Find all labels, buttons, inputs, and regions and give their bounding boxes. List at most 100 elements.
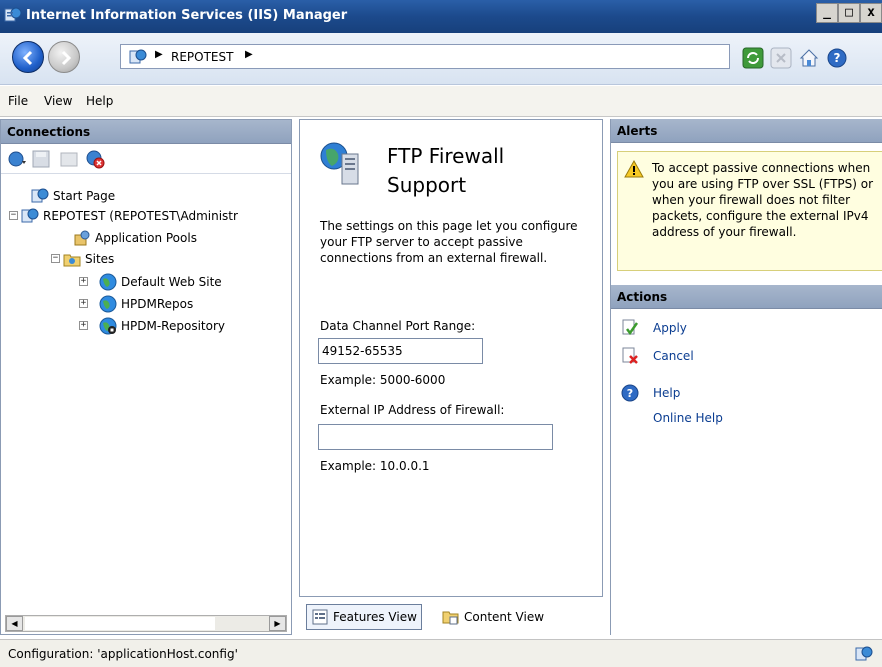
tab-features-label: Features View (333, 610, 417, 624)
alerts-header: Alerts (611, 119, 882, 143)
svg-text:?: ? (834, 51, 841, 65)
feature-description: The settings on this page let you config… (320, 219, 578, 265)
tree-item-label: REPOTEST (REPOTEST\Administr (43, 209, 238, 223)
menu-view[interactable]: View (44, 94, 72, 108)
address-bar: ▶ REPOTEST ▶ ? (0, 33, 882, 85)
actions-header: Actions (611, 285, 882, 309)
view-tabs: Features View Content View (304, 600, 604, 634)
scrollbar-thumb[interactable] (25, 617, 215, 630)
expand-icon[interactable]: + (79, 321, 88, 330)
online-help-action[interactable]: Online Help (653, 411, 723, 425)
feature-panel: FTP Firewall Support The settings on thi… (299, 119, 603, 597)
up-level-icon[interactable] (59, 149, 79, 169)
warning-icon (624, 160, 644, 178)
tab-features-view[interactable]: Features View (306, 604, 422, 630)
tree-item-default-web-site[interactable]: Default Web Site (99, 272, 222, 292)
tree-item-sites[interactable]: Sites (63, 249, 114, 269)
scroll-left-icon[interactable]: ◀ (6, 616, 23, 631)
minimize-button[interactable]: _ (816, 3, 838, 23)
tree-item-label: Start Page (53, 189, 116, 203)
tree-item-start-page[interactable]: Start Page (31, 186, 115, 206)
back-button[interactable] (12, 41, 44, 73)
connections-header: Connections (1, 120, 291, 144)
ftp-firewall-icon (320, 142, 359, 185)
page-title-line1: FTP Firewall (387, 144, 505, 168)
features-view-icon (312, 609, 328, 625)
back-arrow-icon (22, 50, 33, 66)
window-title: Internet Information Services (IIS) Mana… (26, 8, 348, 23)
breadcrumb-arrow-icon[interactable]: ▶ (245, 49, 253, 60)
help-icon: ? (621, 384, 639, 402)
globe-icon (99, 273, 117, 291)
menu-bar: File View Help (0, 86, 882, 117)
connect-icon[interactable] (7, 149, 27, 169)
cancel-action[interactable]: Cancel (621, 347, 694, 365)
alert-box: To accept passive connections when you a… (617, 151, 882, 271)
alert-message: To accept passive connections when you a… (652, 161, 874, 239)
home-icon[interactable] (798, 47, 820, 69)
external-ip-input[interactable] (318, 424, 553, 450)
tree-item-label: HPDM-Repository (121, 319, 225, 333)
maximize-button[interactable]: □ (838, 3, 860, 23)
close-button[interactable]: x (860, 3, 882, 23)
tree-item-application-pools[interactable]: Application Pools (73, 228, 197, 248)
cancel-icon (622, 347, 638, 364)
help-icon[interactable]: ? (826, 47, 848, 69)
port-range-input[interactable] (318, 338, 483, 364)
horizontal-scrollbar[interactable]: ◀ ▶ (5, 615, 287, 632)
expand-icon[interactable]: + (79, 299, 88, 308)
connections-tree: Start Page − REPOTEST (REPOTEST\Administ… (1, 176, 291, 614)
tree-item-hpdm-repository[interactable]: HPDM-Repository (99, 316, 225, 336)
apply-action[interactable]: Apply (621, 319, 687, 337)
tree-item-label: Sites (85, 252, 115, 266)
title-bar: Internet Information Services (IIS) Mana… (0, 0, 882, 33)
tab-content-view[interactable]: Content View (438, 604, 548, 630)
tree-item-label: HPDMRepos (121, 297, 194, 311)
sites-folder-icon (63, 254, 81, 267)
breadcrumb-arrow-icon[interactable]: ▶ (155, 49, 163, 60)
application-pools-icon (74, 230, 90, 246)
status-text: Configuration: 'applicationHost.config' (8, 647, 238, 661)
status-bar: Configuration: 'applicationHost.config' (0, 639, 882, 667)
globe-icon (99, 295, 117, 313)
tree-item-label: Default Web Site (121, 275, 222, 289)
help-action[interactable]: ? Help (621, 384, 680, 402)
content-view-icon (442, 611, 459, 625)
connections-toolbar (1, 144, 291, 174)
forward-button[interactable] (48, 41, 80, 73)
menu-help[interactable]: Help (86, 94, 113, 108)
breadcrumb[interactable]: ▶ REPOTEST ▶ (120, 44, 730, 69)
forward-arrow-icon (61, 50, 72, 66)
tree-item-server[interactable]: REPOTEST (REPOTEST\Administr (21, 206, 238, 226)
menu-file[interactable]: File (8, 94, 28, 108)
scroll-right-icon[interactable]: ▶ (269, 616, 286, 631)
breadcrumb-server[interactable]: REPOTEST (171, 50, 233, 64)
refresh-icon[interactable] (742, 47, 764, 69)
tree-item-hpdmrepos[interactable]: HPDMRepos (99, 294, 193, 314)
collapse-icon[interactable]: − (9, 211, 18, 220)
svg-text:?: ? (627, 387, 633, 400)
ip-example: Example: 10.0.0.1 (320, 459, 430, 473)
cancel-label: Cancel (653, 349, 694, 363)
apply-label: Apply (653, 321, 687, 335)
port-range-label: Data Channel Port Range: (320, 319, 476, 333)
globe-stopped-icon (99, 317, 117, 335)
server-status-icon (855, 646, 873, 661)
disconnect-icon[interactable] (85, 149, 105, 169)
connections-panel: Connections Start Page − REPOTEST (REPOT… (0, 119, 292, 635)
right-panel: Alerts To accept passive connections whe… (610, 119, 882, 635)
help-label: Help (653, 386, 681, 400)
collapse-icon[interactable]: − (51, 254, 60, 263)
expand-icon[interactable]: + (79, 277, 88, 286)
iis-app-icon (4, 7, 22, 22)
external-ip-label: External IP Address of Firewall: (320, 403, 505, 417)
server-icon (21, 208, 39, 223)
server-icon (129, 49, 147, 64)
tree-item-label: Application Pools (95, 231, 197, 245)
apply-icon (622, 319, 639, 336)
stop-icon[interactable] (770, 47, 792, 69)
page-title: FTP Firewall Support (387, 142, 587, 200)
save-icon[interactable] (31, 149, 51, 169)
start-page-icon (31, 188, 49, 203)
online-help-label: Online Help (653, 411, 723, 425)
